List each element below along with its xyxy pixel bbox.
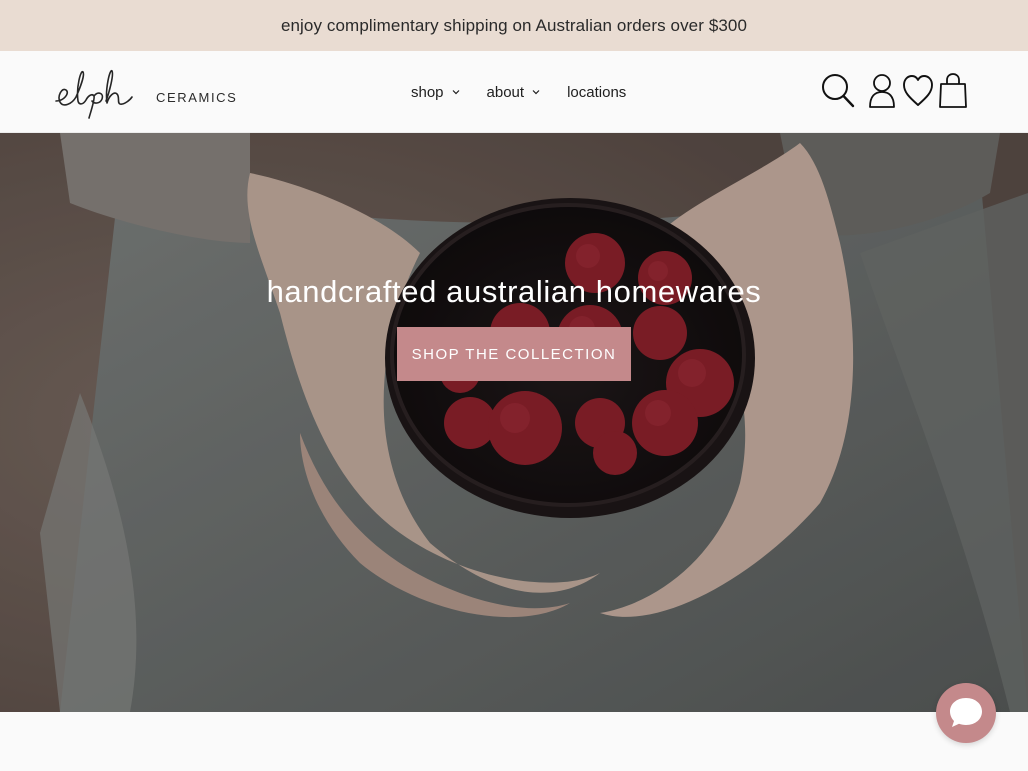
nav-item-shop[interactable]: shop <box>411 84 460 101</box>
nav-item-label: shop <box>411 83 444 101</box>
hero-title: handcrafted australian homewares <box>266 274 762 309</box>
nav-item-about[interactable]: about <box>487 84 541 101</box>
chat-button[interactable] <box>936 683 996 743</box>
account-icon[interactable] <box>868 72 896 115</box>
chevron-down-icon <box>452 90 459 95</box>
logo-script-elph <box>55 70 133 119</box>
content-area <box>0 712 1028 771</box>
chevron-down-icon <box>532 90 540 95</box>
nav-item-label: locations <box>567 83 627 101</box>
nav-item-locations[interactable]: locations <box>567 84 626 101</box>
announcement-bar: enjoy complimentary shipping on Australi… <box>0 0 1028 51</box>
main-nav: shop about locations <box>411 51 626 133</box>
hero-banner: handcrafted australian homewares SHOP TH… <box>0 133 1028 712</box>
shop-collection-button[interactable]: SHOP THE COLLECTION <box>397 327 631 381</box>
nav-item-label: about <box>486 83 525 101</box>
search-icon[interactable] <box>820 72 856 115</box>
announcement-text: enjoy complimentary shipping on Australi… <box>280 15 748 35</box>
chat-bubble-icon <box>950 698 982 727</box>
site-logo[interactable]: CERAMICS <box>54 63 238 121</box>
cart-bag-icon[interactable] <box>938 72 968 115</box>
wishlist-heart-icon[interactable] <box>902 72 934 115</box>
site-header: CERAMICS shop about locations <box>0 51 1028 133</box>
hero-overlay <box>0 133 1028 712</box>
logo-wordmark: CERAMICS <box>156 90 238 105</box>
